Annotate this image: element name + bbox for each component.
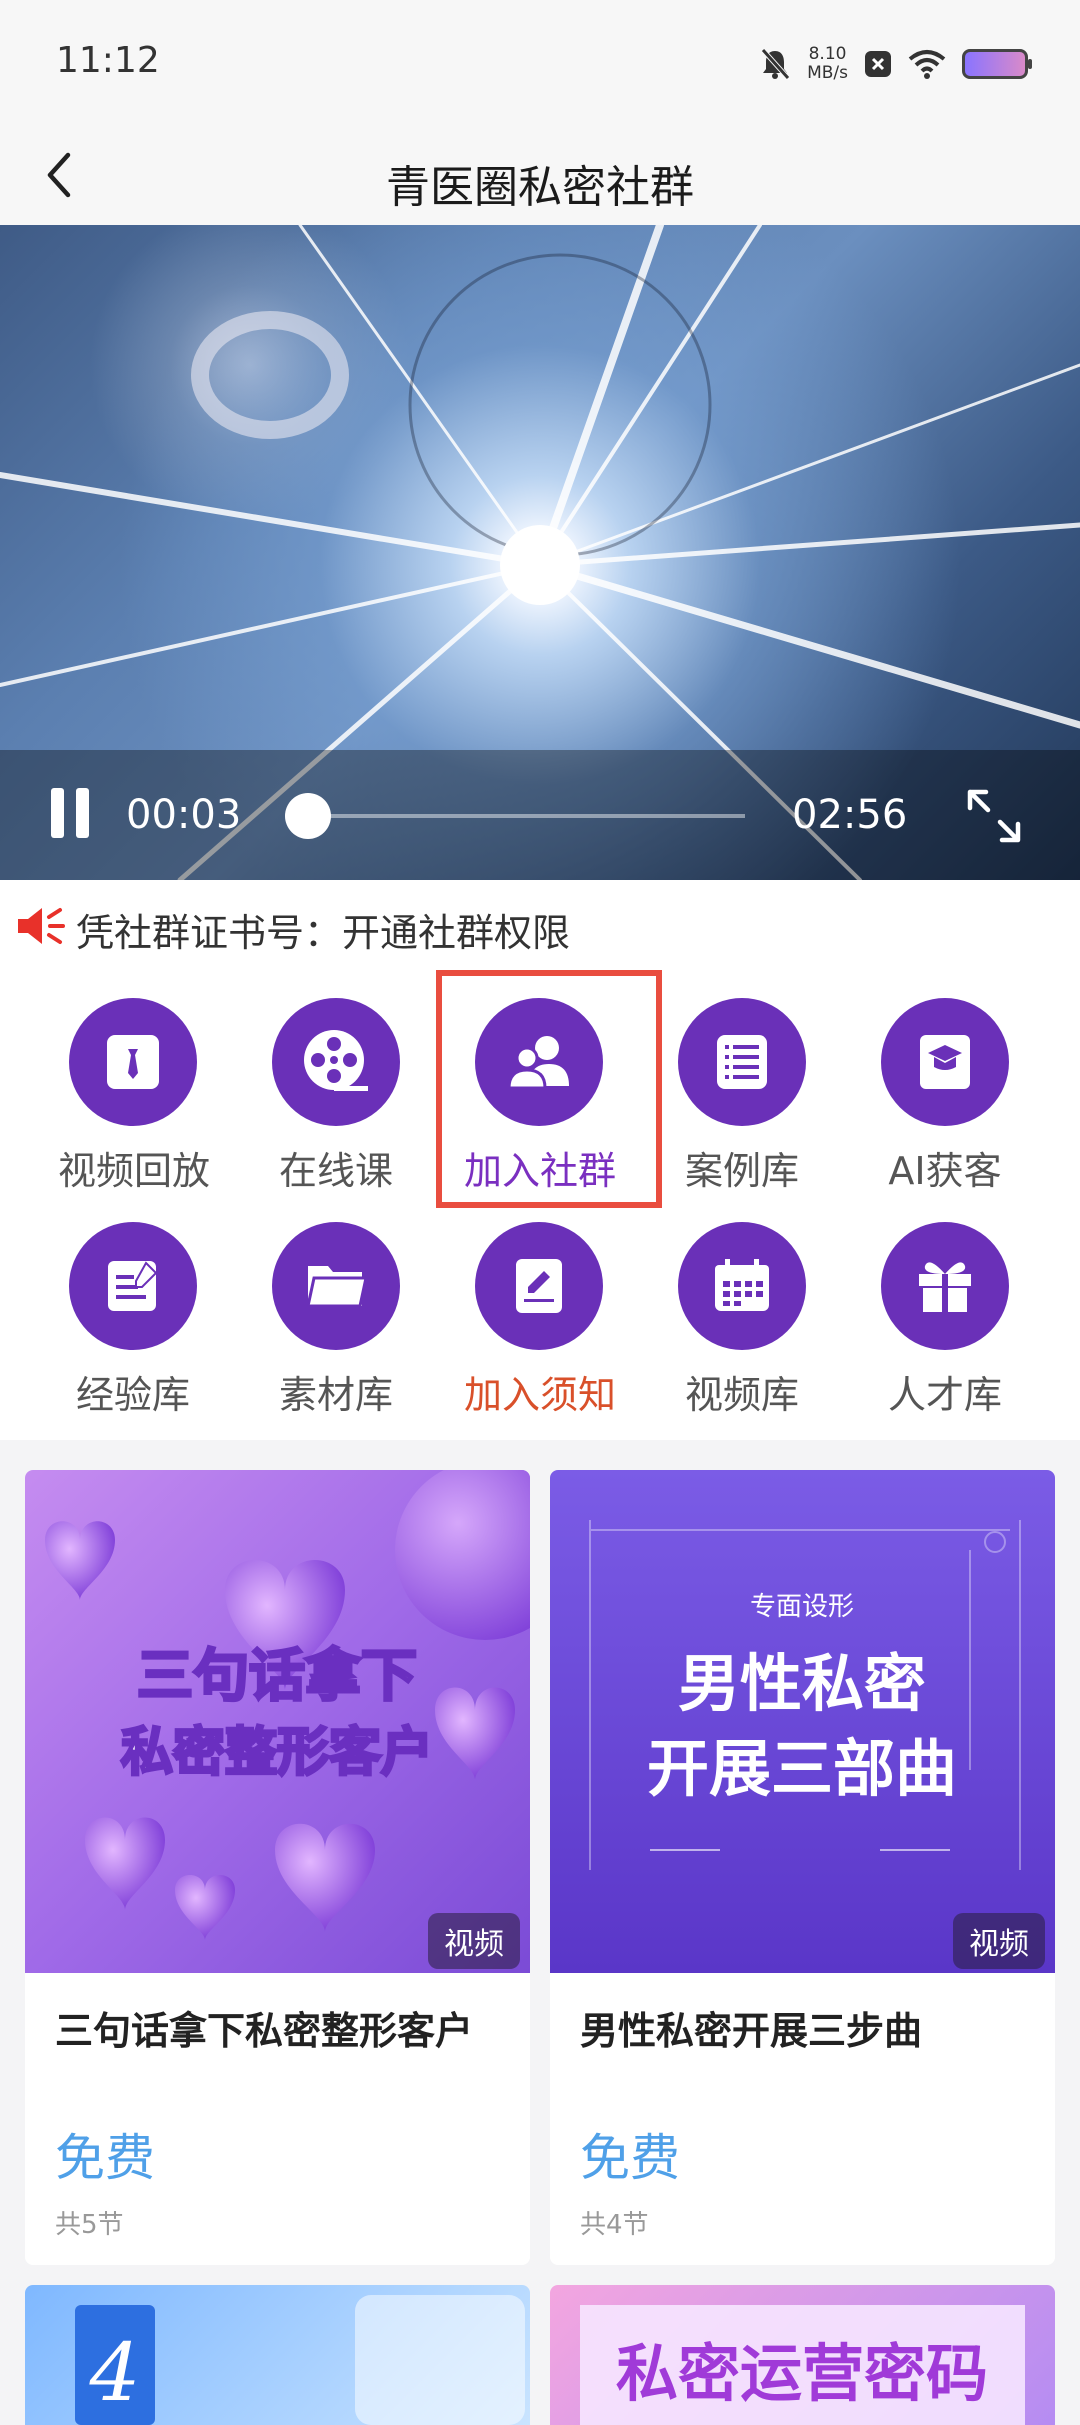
- status-time: 11:12: [56, 40, 160, 81]
- grid-item-case-library[interactable]: 案例库: [667, 998, 817, 1195]
- grid-item-ai-customer[interactable]: AI获客: [870, 998, 1020, 1195]
- course-cover-image: 私密运营密码: [580, 2305, 1025, 2425]
- course-card-partial[interactable]: 4: [25, 2285, 530, 2425]
- edit-note-icon: [69, 1222, 197, 1350]
- film-reel-icon: [272, 998, 400, 1126]
- course-cover-image: 三句话拿下 私密整形客户: [25, 1470, 530, 1973]
- lesson-count: 共5节: [55, 2210, 124, 2240]
- grid-label: 视频库: [684, 1373, 799, 1417]
- pause-icon[interactable]: [48, 788, 92, 838]
- list-document-icon: [678, 998, 806, 1126]
- grid-item-join-notice[interactable]: 加入须知: [464, 1222, 617, 1419]
- grid-label: 案例库: [684, 1149, 799, 1193]
- svg-text:男性私密: 男性私密: [678, 1647, 926, 1720]
- course-card[interactable]: 三句话拿下 私密整形客户 视频 三句话拿下私密整形客户 免费 共5节: [25, 1470, 530, 2265]
- course-price: 免费: [55, 2129, 155, 2187]
- grid-label: 经验库: [75, 1373, 190, 1417]
- progress-knob[interactable]: [284, 793, 331, 839]
- net-speed-unit: MB/s: [807, 63, 848, 83]
- svg-text:开展三部曲: 开展三部曲: [647, 1732, 957, 1805]
- calendar-icon: [678, 1222, 806, 1350]
- notice-text: 凭社群证书号：开通社群权限: [76, 911, 571, 955]
- status-icons: 8.10 MB/s: [759, 42, 1032, 86]
- lesson-count: 共4节: [580, 2210, 649, 2240]
- grid-label: 在线课: [278, 1149, 393, 1193]
- course-cover-image: 专面设形 男性私密 开展三部曲: [550, 1470, 1055, 1973]
- grid-item-experience-library[interactable]: 经验库: [58, 1222, 208, 1419]
- course-card-partial[interactable]: 私密运营密码: [550, 2285, 1055, 2425]
- grid-label: 素材库: [278, 1373, 393, 1417]
- media-type-badge: 视频: [953, 1913, 1045, 1969]
- net-speed: 8.10 MB/s: [807, 45, 848, 83]
- current-time: 00:03: [126, 792, 242, 838]
- svg-text:私密整形客户: 私密整形客户: [121, 1723, 433, 1783]
- course-title: 三句话拿下私密整形客户: [55, 2009, 474, 2053]
- video-controls: 00:03 02:56: [0, 750, 1080, 880]
- course-cover-image: 4: [75, 2295, 525, 2425]
- net-speed-value: 8.10: [808, 44, 847, 64]
- grid-label: 视频回放: [58, 1149, 211, 1193]
- gift-icon: [881, 1222, 1009, 1350]
- course-price: 免费: [580, 2129, 680, 2187]
- grid-label: 人才库: [887, 1373, 1002, 1417]
- svg-text:私密运营密码: 私密运营密码: [616, 2337, 988, 2410]
- sign-pen-icon: [475, 1222, 603, 1350]
- grid-item-material-library[interactable]: 素材库: [261, 1222, 411, 1419]
- folder-icon: [272, 1222, 400, 1350]
- grid-item-video-library[interactable]: 视频库: [667, 1222, 817, 1419]
- mute-bell-icon: [761, 48, 790, 80]
- duration: 02:56: [792, 792, 908, 838]
- status-bar: 11:12 8.10 MB/s: [0, 0, 1080, 125]
- svg-text:专面设形: 专面设形: [750, 1592, 854, 1622]
- page-title: 青医圈私密社群: [386, 162, 694, 213]
- megaphone-icon: [18, 908, 65, 944]
- grid-label: AI获客: [888, 1149, 1002, 1193]
- progress-track[interactable]: [284, 793, 745, 839]
- grid-item-talent-library[interactable]: 人才库: [870, 1222, 1020, 1419]
- wifi-icon: [908, 50, 946, 79]
- fullscreen-icon[interactable]: [964, 786, 1024, 846]
- video-player[interactable]: 00:03 02:56: [0, 225, 1080, 880]
- course-card[interactable]: 专面设形 男性私密 开展三部曲 视频 男性私密开展三步曲 免费 共4节: [550, 1470, 1055, 2265]
- video-replay-icon: [69, 998, 197, 1126]
- svg-text:4: 4: [89, 2326, 141, 2419]
- graduation-cap-icon: [881, 998, 1009, 1126]
- grid-item-video-replay[interactable]: 视频回放: [58, 998, 211, 1195]
- close-box-icon: [865, 51, 891, 77]
- highlight-box: [436, 970, 662, 1208]
- grid-item-online-course[interactable]: 在线课: [261, 998, 411, 1195]
- svg-text:三句话拿下: 三句话拿下: [137, 1644, 417, 1709]
- grid-label: 加入须知: [464, 1373, 617, 1417]
- battery-icon: [962, 49, 1032, 79]
- notice-bar: 凭社群证书号：开通社群权限: [0, 880, 1080, 972]
- title-bar: 青医圈私密社群: [0, 125, 1080, 225]
- course-title: 男性私密开展三步曲: [580, 2009, 923, 2053]
- media-type-badge: 视频: [428, 1913, 520, 1969]
